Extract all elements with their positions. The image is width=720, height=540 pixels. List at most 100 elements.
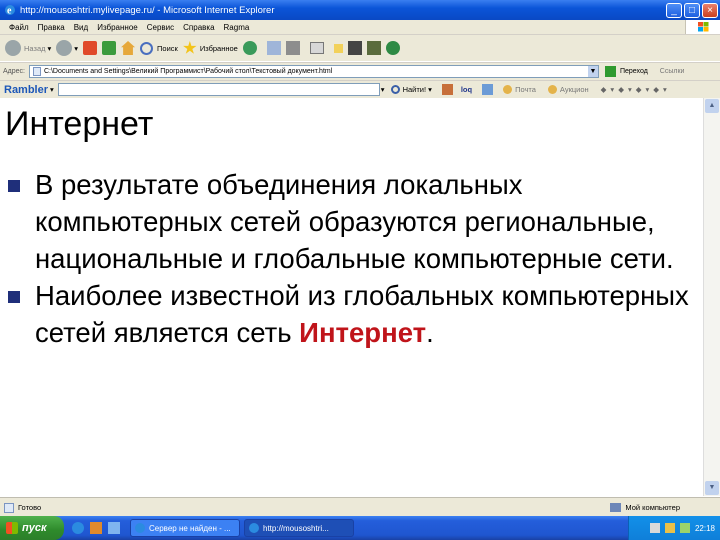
internet-explorer-icon: e: [5, 5, 15, 17]
address-dropdown-button[interactable]: ▼: [587, 66, 598, 77]
menu-help[interactable]: Справка: [183, 23, 214, 32]
tray-icon[interactable]: [649, 523, 660, 533]
page-content: Интернет В результате объединения локаль…: [0, 98, 703, 496]
ie-icon: [249, 523, 259, 533]
quicklaunch-desktop-icon[interactable]: [108, 522, 120, 534]
taskbar-button-ie[interactable]: http://mousoshtri...: [244, 519, 354, 537]
edit-icon[interactable]: [309, 42, 324, 54]
windows-flag-icon: [6, 522, 18, 534]
discuss-icon[interactable]: [333, 43, 343, 53]
bullet-end: .: [426, 317, 434, 348]
windows-logo-icon: [685, 20, 720, 34]
chevron-down-icon[interactable]: ▾: [381, 85, 385, 94]
standard-toolbar: Назад ▾ ▾ Поиск Избранное: [0, 35, 720, 61]
taskbar: пуск Сервер не найден - ... http://mouso…: [0, 516, 720, 540]
rambler-logo[interactable]: Rambler: [4, 84, 48, 96]
system-tray: 22:18: [628, 516, 720, 540]
task-label: Сервер не найден - ...: [149, 523, 231, 533]
forward-arrow-icon: [56, 40, 73, 56]
scroll-up-button[interactable]: ▲: [705, 99, 719, 113]
page-title: Интернет: [5, 105, 154, 143]
menu-edit[interactable]: Правка: [38, 23, 65, 32]
page-icon: [32, 67, 41, 76]
list-item: В результате объединения локальных компь…: [8, 166, 700, 277]
search-button[interactable]: Поиск: [140, 41, 178, 55]
home-icon[interactable]: [121, 41, 136, 55]
rambler-mail-button[interactable]: Почта: [515, 85, 536, 94]
zone-text: Мой компьютер: [625, 503, 680, 512]
ie-icon: [135, 523, 145, 533]
search-icon: [140, 41, 154, 55]
menu-tools[interactable]: Сервис: [147, 23, 174, 32]
start-label: пуск: [22, 522, 47, 534]
page-done-icon: [4, 502, 14, 513]
chevron-down-icon[interactable]: ▾: [428, 85, 432, 94]
chevron-down-icon: ▾: [74, 43, 79, 53]
rambler-loq-icon[interactable]: loq: [461, 85, 472, 94]
search-label: Поиск: [157, 43, 178, 53]
list-item: Наиболее известной из глобальных компьют…: [8, 277, 700, 351]
rambler-mail-icon[interactable]: [503, 85, 513, 94]
scroll-down-button[interactable]: ▼: [705, 481, 719, 495]
clock[interactable]: 22:18: [695, 524, 715, 533]
toolbar-extra-icon[interactable]: [366, 41, 381, 55]
rambler-find-button[interactable]: Найти!: [403, 85, 427, 94]
tray-icon[interactable]: [679, 523, 690, 533]
back-arrow-icon: [5, 40, 21, 56]
window-titlebar: e http://mousoshtri.mylivepage.ru/ - Mic…: [0, 0, 720, 20]
task-label: http://mousoshtri...: [263, 523, 329, 533]
quicklaunch-icon[interactable]: [90, 522, 102, 534]
history-icon[interactable]: [242, 41, 257, 55]
messenger-icon[interactable]: [385, 41, 400, 55]
go-arrow-icon[interactable]: [604, 66, 616, 77]
start-button[interactable]: пуск: [0, 516, 64, 540]
mail-icon[interactable]: [266, 41, 281, 55]
star-icon: [183, 41, 197, 54]
quicklaunch-ie-icon[interactable]: [72, 522, 84, 534]
go-button[interactable]: Переход: [620, 68, 648, 75]
rambler-auction-icon[interactable]: [547, 85, 557, 94]
status-bar: Готово Мой компьютер: [0, 497, 720, 517]
menu-view[interactable]: Вид: [74, 23, 88, 32]
svg-text:e: e: [7, 6, 12, 17]
menu-favorites[interactable]: Избранное: [97, 23, 138, 32]
forward-button[interactable]: ▾: [56, 40, 78, 56]
taskbar-button-server[interactable]: Сервер не найден - ...: [130, 519, 240, 537]
internet-highlight: Интернет: [299, 317, 427, 348]
minimize-button[interactable]: _: [666, 2, 682, 18]
status-text: Готово: [18, 503, 42, 512]
print-icon[interactable]: [285, 41, 300, 55]
address-label: Адрес:: [3, 68, 25, 75]
address-value: C:\Documents and Settings\Великий Програ…: [43, 68, 333, 75]
vertical-scrollbar[interactable]: ▲ ▼: [703, 98, 720, 496]
rambler-options-icons[interactable]: ◆▾◆▾◆▾◆▾: [601, 85, 671, 94]
menu-file[interactable]: Файл: [9, 23, 29, 32]
favorites-button[interactable]: Избранное: [183, 41, 238, 55]
menu-bar: Файл Правка Вид Избранное Сервис Справка…: [0, 20, 720, 35]
address-input[interactable]: C:\Documents and Settings\Великий Програ…: [28, 65, 599, 78]
rambler-news-icon[interactable]: [482, 84, 494, 95]
tray-icon[interactable]: [664, 523, 675, 533]
rambler-search-input[interactable]: [57, 83, 380, 96]
chevron-down-icon: ▾: [47, 43, 52, 53]
refresh-icon[interactable]: [102, 41, 117, 55]
menu-ragma[interactable]: Ragma: [224, 23, 250, 32]
rambler-extra-icon[interactable]: [441, 84, 453, 95]
back-label: Назад: [24, 43, 46, 53]
bullet-list: В результате объединения локальных компь…: [8, 166, 700, 351]
rambler-auction-button[interactable]: Аукцион: [560, 85, 589, 94]
address-bar: Адрес: C:\Documents and Settings\Великий…: [0, 62, 720, 80]
links-label[interactable]: Ссылки: [660, 68, 685, 75]
computer-icon: [610, 503, 622, 512]
favorites-label: Избранное: [199, 43, 238, 53]
maximize-button[interactable]: □: [684, 2, 700, 18]
window-title: http://mousoshtri.mylivepage.ru/ - Micro…: [20, 4, 275, 16]
back-button[interactable]: Назад ▾: [5, 40, 51, 56]
stop-icon[interactable]: [83, 41, 98, 55]
bullet-square-icon: [8, 291, 20, 303]
research-icon[interactable]: [347, 41, 362, 55]
chevron-down-icon[interactable]: ▾: [50, 85, 54, 94]
bullet-square-icon: [8, 180, 20, 192]
close-button[interactable]: ×: [702, 2, 718, 18]
search-icon: [390, 85, 400, 94]
